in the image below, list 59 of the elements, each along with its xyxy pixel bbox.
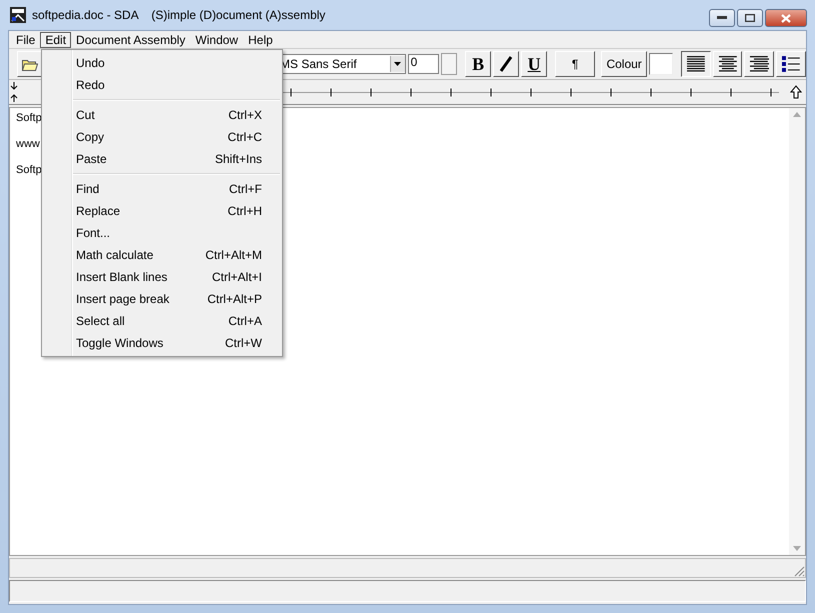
paragraph-button[interactable]: ¶ <box>555 51 596 77</box>
close-button[interactable] <box>765 9 807 27</box>
underline-button[interactable]: U <box>521 51 548 77</box>
menu-option[interactable]: Font... <box>76 226 110 240</box>
shortcut-text: Ctrl+X <box>228 108 262 122</box>
menu-item[interactable]: Help <box>243 32 278 48</box>
maximize-button[interactable] <box>737 9 763 27</box>
shortcut-text: Ctrl+H <box>228 204 262 218</box>
document-text: Softp <box>16 111 42 126</box>
menu-option[interactable]: Insert Blank lines <box>76 270 168 284</box>
menu-option[interactable]: Math calculate <box>76 248 154 262</box>
bullet-list-icon <box>781 54 801 74</box>
minimize-icon <box>717 16 727 20</box>
italic-button[interactable] <box>493 51 520 77</box>
menu-option[interactable]: Insert page break <box>76 292 170 306</box>
window-title: softpedia.doc - SDA (S)imple (D)ocument (A)ssembly <box>32 8 326 22</box>
maximize-icon <box>745 14 755 22</box>
folder-icon <box>22 58 38 70</box>
italic-slash-icon <box>499 56 514 72</box>
shortcut-text: Ctrl+Alt+P <box>207 292 262 306</box>
bold-button[interactable]: B <box>465 51 492 77</box>
resize-grip-icon[interactable] <box>793 565 805 577</box>
shortcut-text: Ctrl+W <box>225 336 262 350</box>
shortcut-text: Shift+Ins <box>214 152 262 166</box>
menu-item[interactable]: Edit <box>40 32 72 48</box>
up-arrow-icon[interactable] <box>790 85 802 99</box>
align-left-icon <box>686 55 706 73</box>
document-text: Softp <box>16 163 42 178</box>
menu-item[interactable]: File <box>11 32 40 48</box>
menu-option[interactable]: Undo <box>76 56 105 70</box>
close-icon <box>781 14 791 22</box>
menu-option[interactable]: Cut <box>76 108 95 122</box>
menu-option[interactable]: Find <box>76 182 100 196</box>
app-icon <box>10 7 26 23</box>
menu-option[interactable]: Paste <box>76 152 107 166</box>
shortcut-text: Ctrl+Alt+M <box>205 248 262 262</box>
minimize-button[interactable] <box>709 9 735 27</box>
colour-button[interactable]: Colour <box>601 51 648 77</box>
document-text: www <box>16 137 40 152</box>
align-center-icon <box>718 55 738 73</box>
shortcut-text: Ctrl+F <box>229 182 262 196</box>
shortcut-text: Ctrl+Alt+I <box>212 270 262 284</box>
margin-arrows-icon[interactable] <box>9 81 19 103</box>
menu-option[interactable]: Redo <box>76 78 105 92</box>
menu-item[interactable]: Window <box>190 32 244 48</box>
menu-option[interactable]: Toggle Windows <box>76 336 164 350</box>
menu-item[interactable]: Document Assembly <box>71 32 190 48</box>
spin-button[interactable] <box>441 53 458 75</box>
colour-swatch[interactable] <box>649 53 673 75</box>
caret-down-icon <box>394 62 402 66</box>
shortcut-text: Ctrl+A <box>228 314 262 328</box>
menu-option[interactable]: Replace <box>76 204 120 218</box>
align-right-icon <box>749 55 770 73</box>
alignment-button[interactable] <box>680 51 711 77</box>
menu-option[interactable]: Select all <box>76 314 125 328</box>
shortcut-text: Ctrl+C <box>228 130 262 144</box>
menu-option[interactable]: Copy <box>76 130 104 144</box>
open-folder-button[interactable] <box>17 51 43 77</box>
font-size-field[interactable]: 0 <box>408 54 440 74</box>
